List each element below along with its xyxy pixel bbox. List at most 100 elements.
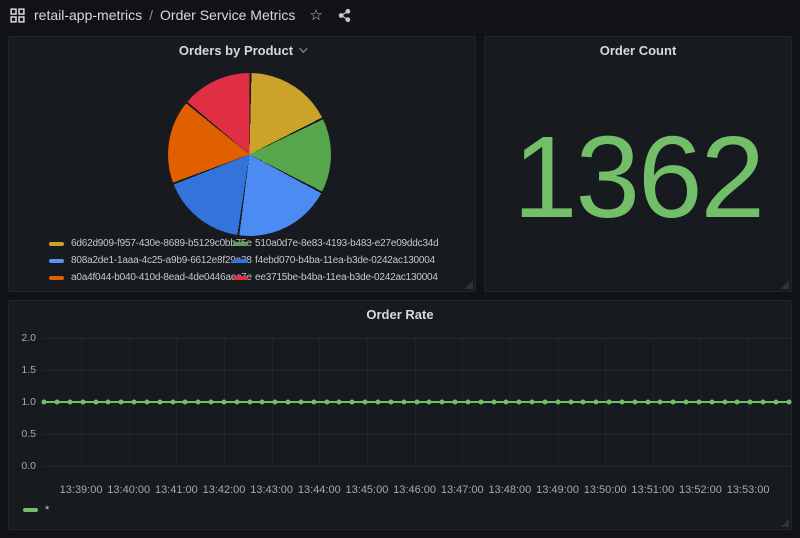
legend-item[interactable]: 6d62d909-f957-430e-8689-b5129c0bb75e bbox=[49, 238, 233, 249]
dashboard-topbar: retail-app-metrics / Order Service Metri… bbox=[0, 0, 800, 30]
data-point bbox=[170, 400, 175, 405]
data-point bbox=[234, 400, 239, 405]
legend-label: 6d62d909-f957-430e-8689-b5129c0bb75e bbox=[71, 238, 252, 249]
pie-chart bbox=[168, 73, 331, 236]
data-point bbox=[247, 400, 252, 405]
x-tick-label: 13:49:00 bbox=[536, 484, 579, 496]
x-tick-label: 13:51:00 bbox=[631, 484, 674, 496]
share-icon[interactable] bbox=[337, 8, 352, 23]
panel-orders-by-product: Orders by Product 6d62d909-f957-430e-868… bbox=[8, 36, 476, 292]
data-point bbox=[504, 400, 509, 405]
data-point bbox=[594, 400, 599, 405]
panel-order-count: Order Count 1362 bbox=[484, 36, 792, 292]
data-point bbox=[324, 400, 329, 405]
y-tick-label: 0.0 bbox=[9, 460, 36, 472]
star-icon[interactable]: ☆ bbox=[309, 8, 322, 23]
panel-title-order-count[interactable]: Order Count bbox=[485, 37, 791, 63]
data-point bbox=[273, 400, 278, 405]
apps-grid-icon[interactable] bbox=[10, 8, 25, 23]
series-legend-item[interactable]: * bbox=[23, 504, 49, 516]
h-gridline bbox=[42, 466, 791, 467]
data-point bbox=[684, 400, 689, 405]
legend-swatch bbox=[49, 276, 64, 280]
legend-label: ee3715be-b4ba-11ea-b3de-0242ac130004 bbox=[255, 272, 438, 283]
order-count-value: 1362 bbox=[513, 119, 763, 235]
legend-label: 510a0d7e-8e83-4193-b483-e27e09ddc34d bbox=[255, 238, 439, 249]
legend-swatch bbox=[233, 276, 248, 280]
panel-resize-handle[interactable] bbox=[781, 281, 789, 289]
h-gridline bbox=[42, 370, 791, 371]
data-point bbox=[209, 400, 214, 405]
plot-area bbox=[42, 338, 791, 466]
panel-resize-handle[interactable] bbox=[465, 281, 473, 289]
breadcrumb-folder[interactable]: retail-app-metrics bbox=[34, 7, 142, 23]
y-tick-label: 1.0 bbox=[9, 396, 36, 408]
data-point bbox=[632, 400, 637, 405]
legend-swatch bbox=[233, 259, 248, 263]
panel-title-text: Order Count bbox=[600, 43, 677, 58]
legend-item[interactable]: f4ebd070-b4ba-11ea-b3de-0242ac130004 bbox=[233, 255, 439, 266]
panel-order-rate: Order Rate 2.01.51.00.50.0 13:39:0013:40… bbox=[8, 300, 792, 530]
data-point bbox=[453, 400, 458, 405]
h-gridline bbox=[42, 434, 791, 435]
data-point bbox=[581, 400, 586, 405]
panel-title-order-rate[interactable]: Order Rate bbox=[9, 301, 791, 327]
x-tick-label: 13:41:00 bbox=[155, 484, 198, 496]
legend-label: 808a2de1-1aaa-4c25-a9b9-6612e8f29a38 bbox=[71, 255, 252, 266]
h-gridline bbox=[42, 338, 791, 339]
x-tick-label: 13:42:00 bbox=[203, 484, 246, 496]
data-point bbox=[530, 400, 535, 405]
data-point bbox=[375, 400, 380, 405]
x-tick-label: 13:39:00 bbox=[60, 484, 103, 496]
data-point bbox=[786, 400, 791, 405]
data-point bbox=[157, 400, 162, 405]
data-point bbox=[645, 400, 650, 405]
legend-swatch bbox=[233, 242, 248, 246]
data-point bbox=[440, 400, 445, 405]
x-tick-label: 13:53:00 bbox=[727, 484, 770, 496]
data-point bbox=[658, 400, 663, 405]
x-tick-label: 13:48:00 bbox=[488, 484, 531, 496]
panel-title-orders-by-product[interactable]: Orders by Product bbox=[9, 37, 475, 63]
x-axis: 13:39:00 13:40:00 13:41:00 13:42:00 13:43:00… bbox=[42, 484, 791, 500]
data-point bbox=[196, 400, 201, 405]
y-tick-label: 2.0 bbox=[9, 332, 36, 344]
data-point bbox=[722, 400, 727, 405]
x-tick-label: 13:43:00 bbox=[250, 484, 293, 496]
data-point bbox=[465, 400, 470, 405]
panel-resize-handle[interactable] bbox=[781, 519, 789, 527]
x-tick-label: 13:40:00 bbox=[107, 484, 150, 496]
data-point bbox=[478, 400, 483, 405]
data-point bbox=[119, 400, 124, 405]
data-point bbox=[607, 400, 612, 405]
data-point bbox=[260, 400, 265, 405]
data-point bbox=[67, 400, 72, 405]
data-point bbox=[427, 400, 432, 405]
data-point bbox=[311, 400, 316, 405]
data-point bbox=[761, 400, 766, 405]
data-point bbox=[401, 400, 406, 405]
breadcrumb-dashboard-title[interactable]: Order Service Metrics bbox=[160, 7, 295, 23]
panel-title-text: Order Rate bbox=[366, 307, 433, 322]
legend-swatch bbox=[49, 259, 64, 263]
legend-swatch bbox=[49, 242, 64, 246]
data-point bbox=[80, 400, 85, 405]
data-point bbox=[517, 400, 522, 405]
data-point bbox=[414, 400, 419, 405]
data-point bbox=[735, 400, 740, 405]
legend-item[interactable]: a0a4f044-b040-410d-8ead-4de0446aec7e bbox=[49, 272, 233, 283]
data-point bbox=[671, 400, 676, 405]
data-point bbox=[93, 400, 98, 405]
data-point bbox=[106, 400, 111, 405]
y-tick-label: 1.5 bbox=[9, 364, 36, 376]
legend-item[interactable]: ee3715be-b4ba-11ea-b3de-0242ac130004 bbox=[233, 272, 439, 283]
data-point bbox=[55, 400, 60, 405]
data-point bbox=[221, 400, 226, 405]
series-swatch bbox=[23, 508, 38, 512]
x-tick-label: 13:46:00 bbox=[393, 484, 436, 496]
legend-item[interactable]: 808a2de1-1aaa-4c25-a9b9-6612e8f29a38 bbox=[49, 255, 233, 266]
data-point bbox=[542, 400, 547, 405]
legend-label: a0a4f044-b040-410d-8ead-4de0446aec7e bbox=[71, 272, 252, 283]
data-point bbox=[773, 400, 778, 405]
legend-item[interactable]: 510a0d7e-8e83-4193-b483-e27e09ddc34d bbox=[233, 238, 439, 249]
